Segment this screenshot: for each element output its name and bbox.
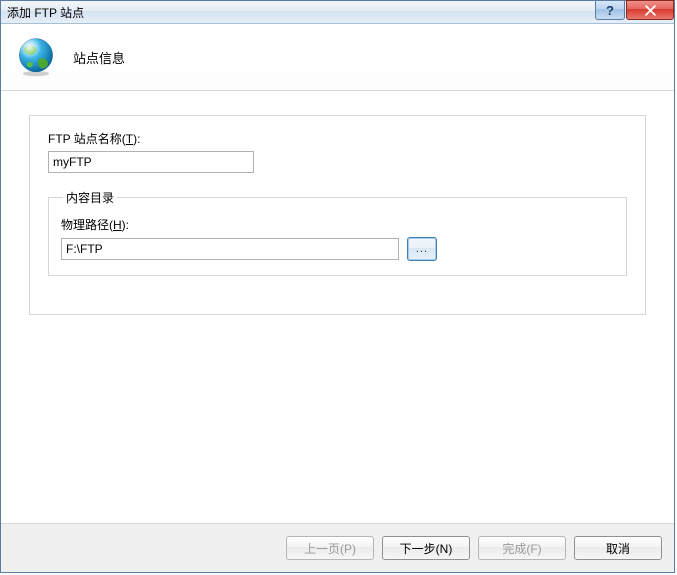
physical-path-label: 物理路径(H): xyxy=(61,216,614,233)
titlebar[interactable]: 添加 FTP 站点 ? xyxy=(1,1,674,24)
dialog-window: 添加 FTP 站点 ? xyxy=(0,0,675,573)
content-directory-legend: 内容目录 xyxy=(63,189,117,206)
content-directory-group: 内容目录 物理路径(H): ... xyxy=(48,189,627,276)
page-heading: 站点信息 xyxy=(73,48,125,67)
dialog-footer: 上一页(P) 下一步(N) 完成(F) 取消 xyxy=(1,523,674,572)
close-button[interactable] xyxy=(626,0,674,20)
physical-path-input[interactable] xyxy=(61,238,399,260)
help-button[interactable]: ? xyxy=(595,0,625,20)
globe-icon xyxy=(15,36,57,78)
site-name-input[interactable] xyxy=(48,151,254,173)
cancel-button[interactable]: 取消 xyxy=(574,536,662,560)
site-name-label: FTP 站点名称(T): xyxy=(48,130,627,147)
ellipsis-icon: ... xyxy=(416,243,428,255)
dialog-header: 站点信息 xyxy=(1,24,674,91)
dialog-body: FTP 站点名称(T): 内容目录 物理路径(H): ... xyxy=(1,91,674,523)
form-frame: FTP 站点名称(T): 内容目录 物理路径(H): ... xyxy=(29,115,646,315)
window-title: 添加 FTP 站点 xyxy=(7,4,84,21)
previous-button: 上一页(P) xyxy=(286,536,374,560)
close-icon xyxy=(645,5,656,16)
next-button[interactable]: 下一步(N) xyxy=(382,536,470,560)
physical-path-row: ... xyxy=(61,237,614,261)
window-buttons: ? xyxy=(595,0,674,20)
question-mark-icon: ? xyxy=(606,3,614,18)
browse-button[interactable]: ... xyxy=(407,237,437,261)
finish-button: 完成(F) xyxy=(478,536,566,560)
